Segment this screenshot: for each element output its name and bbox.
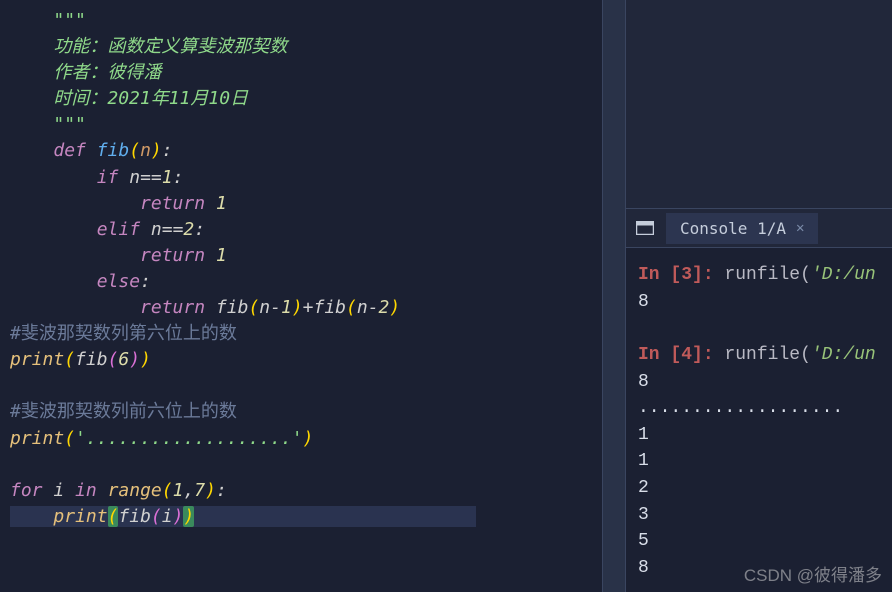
docstring-close: """ (53, 114, 86, 135)
code-editor[interactable]: """ 功能：函数定义算斐波那契数 作者：彼得潘 时间：2021年11月10日 … (0, 0, 602, 592)
docstring-line: 作者：彼得潘 (53, 62, 161, 83)
console-line: ................... (638, 395, 880, 422)
console-line: 5 (638, 528, 880, 555)
console-line: 1 (638, 448, 880, 475)
console-line: 8 (638, 369, 880, 396)
kw-in: in (75, 480, 97, 501)
right-top-panel (626, 0, 892, 208)
console-line: 2 (638, 475, 880, 502)
kw-if: if (97, 167, 119, 188)
print-call: print (10, 349, 64, 370)
console-line: 8 (638, 289, 880, 316)
pane-splitter[interactable] (602, 0, 626, 592)
docstring-line: 时间：2021年11月10日 (53, 88, 248, 109)
console-line: In [4]: runfile('D:/un (638, 342, 880, 369)
console-tabbar: Console 1/A ✕ (626, 208, 892, 248)
kw-else: else (97, 271, 140, 292)
right-panel: Console 1/A ✕ In [3]: runfile('D:/un8 In… (626, 0, 892, 592)
docstring-open: """ (53, 10, 86, 31)
comment: #斐波那契数列前六位上的数 (10, 401, 237, 422)
console-line: 8 (638, 555, 880, 582)
docstring-line: 功能：函数定义算斐波那契数 (53, 36, 287, 57)
code-content: """ 功能：函数定义算斐波那契数 作者：彼得潘 时间：2021年11月10日 … (10, 8, 592, 530)
kw-elif: elif (97, 219, 140, 240)
console-panel-icon[interactable] (632, 215, 658, 241)
kw-def: def (53, 140, 86, 161)
console-line: 1 (638, 422, 880, 449)
console-tab-label: Console 1/A (680, 219, 786, 238)
console-line: In [3]: runfile('D:/un (638, 262, 880, 289)
kw-return: return (140, 193, 205, 214)
console-output[interactable]: In [3]: runfile('D:/un8 In [4]: runfile(… (626, 248, 892, 592)
panel-icon (636, 221, 654, 235)
console-tab[interactable]: Console 1/A ✕ (666, 213, 818, 244)
close-icon[interactable]: ✕ (796, 220, 804, 236)
comment: #斐波那契数列第六位上的数 (10, 323, 237, 344)
func-name: fib (97, 140, 130, 161)
console-line: 3 (638, 502, 880, 529)
kw-for: for (10, 480, 43, 501)
